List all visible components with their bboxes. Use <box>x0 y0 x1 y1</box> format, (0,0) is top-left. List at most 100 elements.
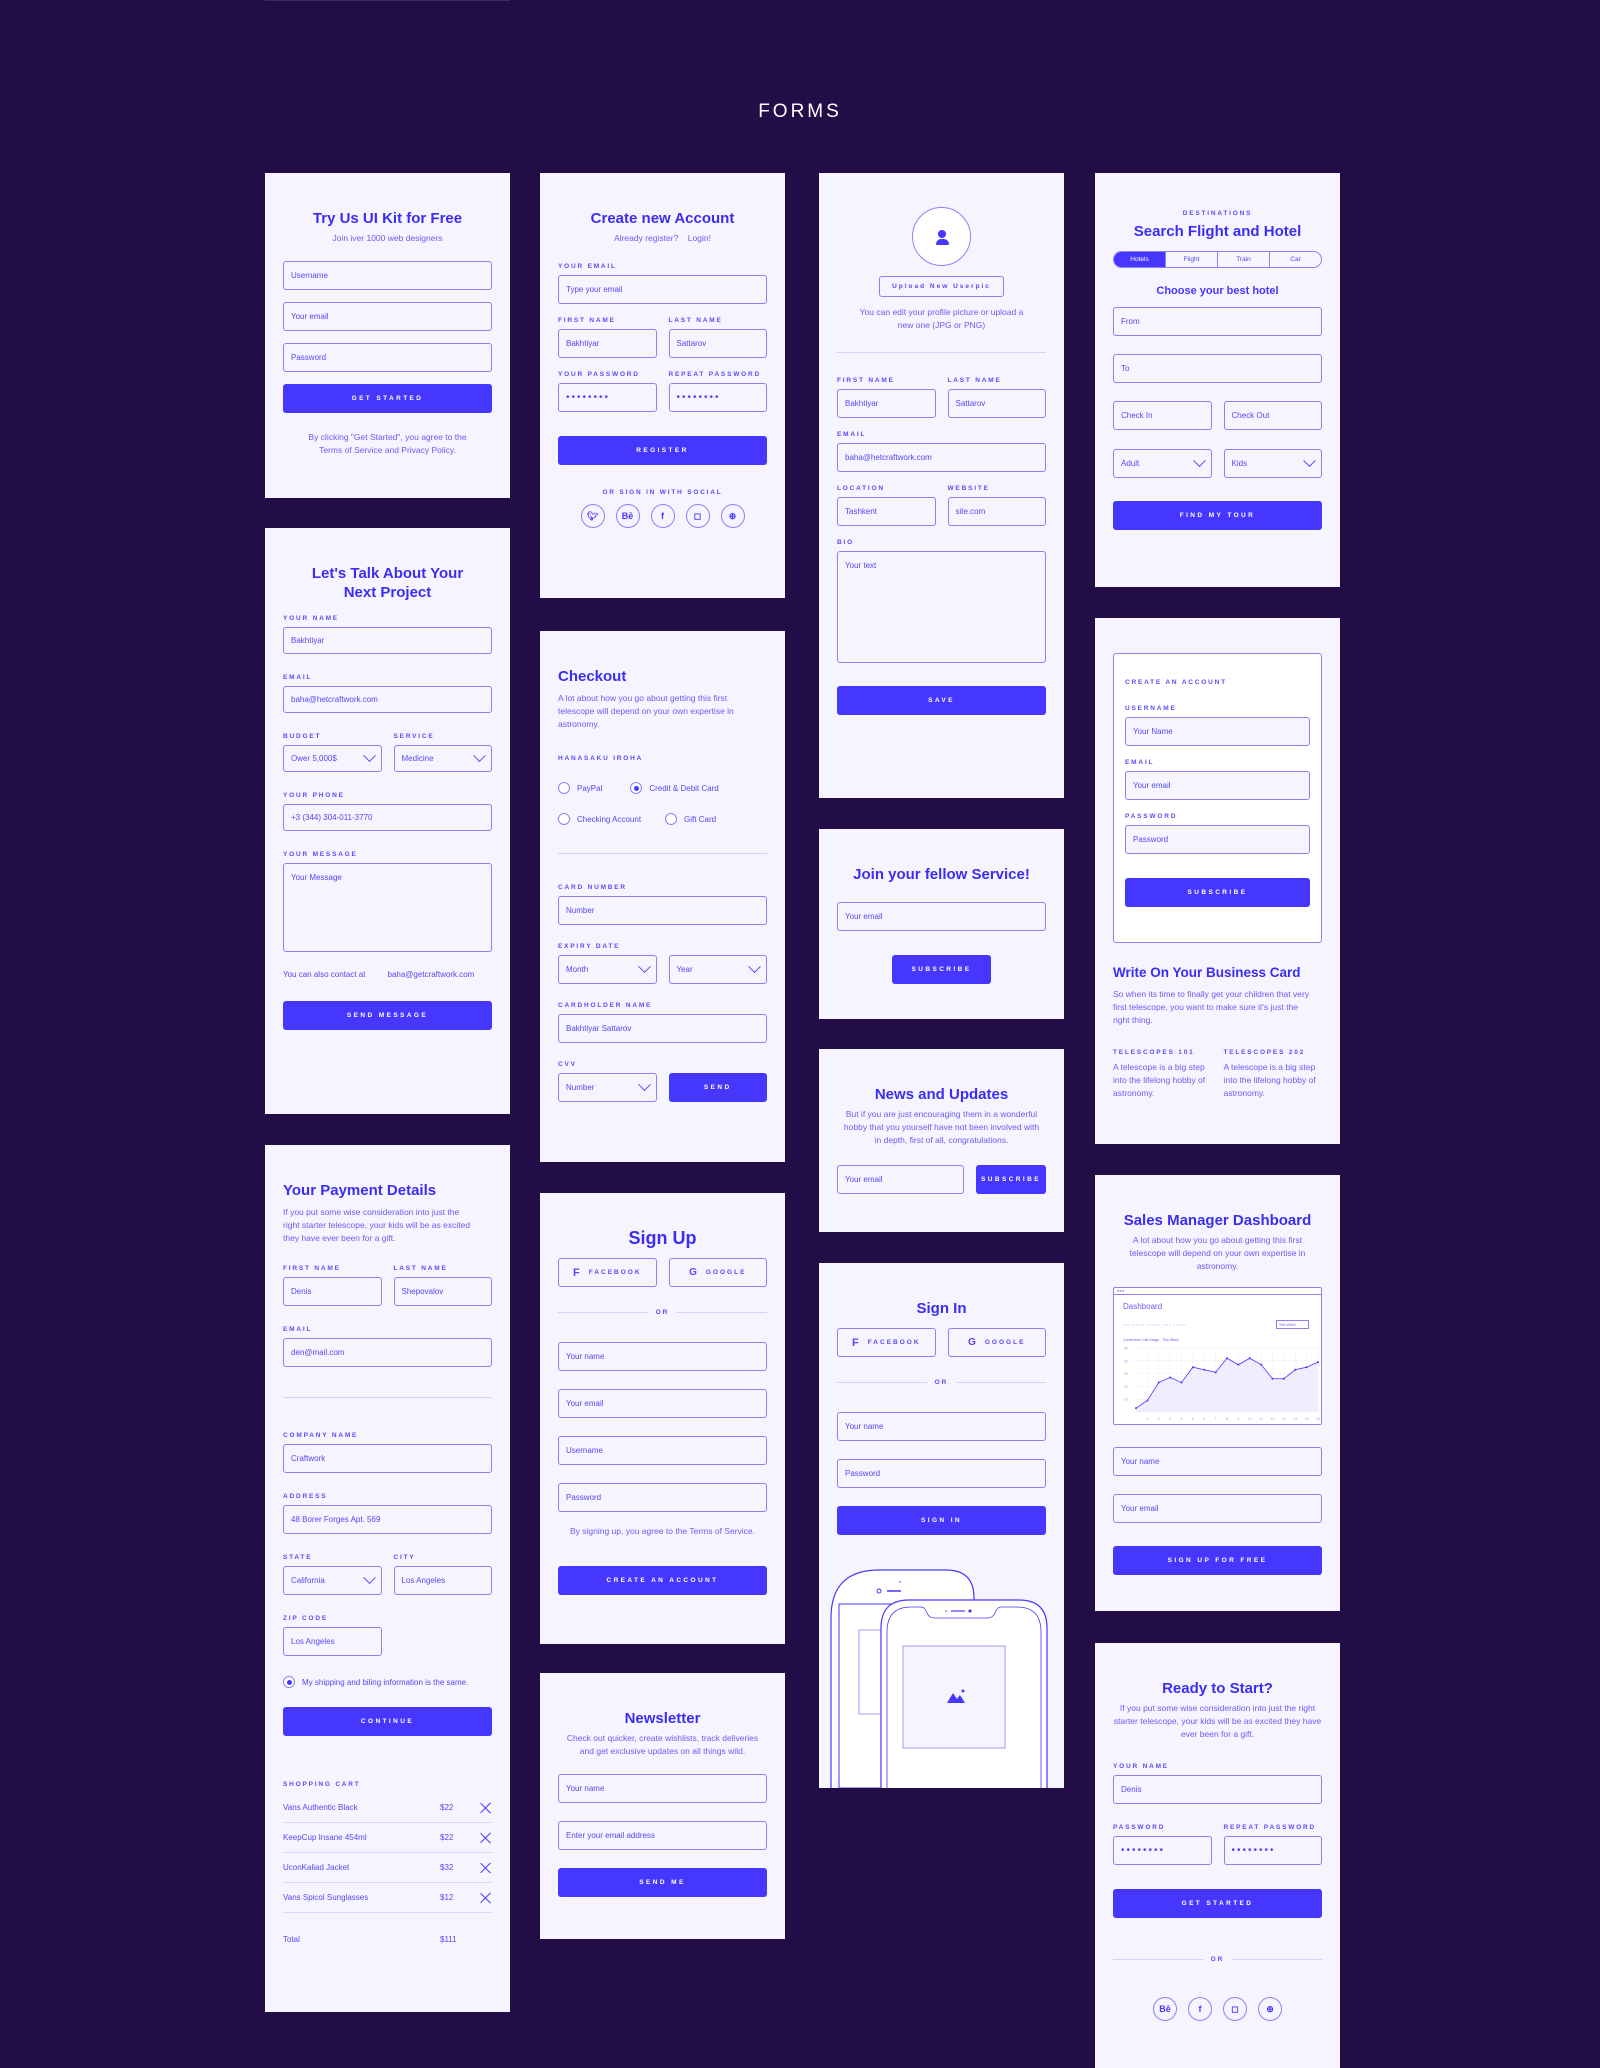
avatar[interactable] <box>912 207 971 266</box>
subscribe-button[interactable]: Subscribe <box>1125 878 1310 907</box>
email-input[interactable]: Your email <box>837 1165 964 1194</box>
google-button[interactable]: G Google <box>947 1328 1046 1357</box>
zip-input[interactable]: Los Angeles <box>283 1627 382 1656</box>
name-input[interactable]: Your name <box>837 1412 1046 1441</box>
email-input[interactable]: Your email <box>837 902 1046 931</box>
period-select[interactable]: This Week <box>1276 1320 1309 1329</box>
email-input[interactable]: Enter your email address <box>558 1821 767 1850</box>
contact-email-link[interactable]: baha@getcraftwork.com <box>388 970 493 979</box>
remove-item-icon[interactable] <box>480 1892 492 1904</box>
remove-item-icon[interactable] <box>480 1862 492 1874</box>
first-name-input[interactable]: Bakhtiyar <box>558 329 657 358</box>
email-input[interactable]: Your email <box>283 302 492 331</box>
send-me-button[interactable]: Send Me <box>558 1868 767 1897</box>
subscribe-button[interactable]: Subscribe <box>892 955 991 984</box>
bio-textarea[interactable]: Your text <box>837 551 1046 663</box>
send-button[interactable]: Send <box>668 1073 767 1102</box>
email-input[interactable]: baha@hetcraftwork.com <box>837 443 1046 472</box>
create-account-button[interactable]: Create an Account <box>558 1566 767 1595</box>
get-started-button[interactable]: Get Started <box>1113 1889 1322 1918</box>
last-name-input[interactable]: Shepovalov <box>393 1277 492 1306</box>
message-textarea[interactable]: Your Message <box>283 863 492 952</box>
password-input[interactable]: Password <box>837 1459 1046 1488</box>
dribbble-icon[interactable]: ⊕ <box>1258 1997 1282 2021</box>
google-button[interactable]: G Google <box>668 1258 767 1287</box>
radio-paypal[interactable]: PayPal <box>558 782 602 794</box>
company-input[interactable]: Craftwork <box>283 1444 492 1473</box>
tab-hotels[interactable]: Hotels <box>1114 252 1165 267</box>
tab-train[interactable]: Train <box>1217 252 1269 267</box>
password-input[interactable]: Password <box>283 343 492 372</box>
username-input[interactable]: Username <box>283 261 492 290</box>
save-button[interactable]: Save <box>837 686 1046 715</box>
sign-up-free-button[interactable]: Sign Up For Free <box>1113 1546 1322 1575</box>
phone-input[interactable]: +3 (344) 304-011-3770 <box>283 804 492 831</box>
adult-select[interactable]: Adult <box>1113 449 1212 478</box>
email-input[interactable]: den@mail.com <box>283 1338 492 1367</box>
to-input[interactable]: To <box>1113 354 1322 383</box>
facebook-button[interactable]: f Facebook <box>837 1328 936 1357</box>
subscribe-button[interactable]: Subscribe <box>976 1165 1046 1194</box>
last-name-input[interactable]: Sattarov <box>947 389 1046 418</box>
budget-select[interactable]: Ower 5,000$ <box>283 745 382 772</box>
register-button[interactable]: Register <box>558 436 767 465</box>
facebook-icon[interactable]: f <box>1188 1997 1212 2021</box>
location-input[interactable]: Tashkent <box>837 497 936 526</box>
send-message-button[interactable]: Send Message <box>283 1001 492 1030</box>
email-input[interactable]: baha@hetcraftwork.com <box>283 686 492 713</box>
from-input[interactable]: From <box>1113 307 1322 336</box>
twitter-icon[interactable]: 🐦︎ <box>580 504 605 528</box>
login-link[interactable]: Login! <box>688 233 711 243</box>
first-name-input[interactable]: Denis <box>283 1277 382 1306</box>
username-input[interactable]: Your Name <box>1125 717 1310 746</box>
last-name-input[interactable]: Sattarov <box>668 329 767 358</box>
check-out-input[interactable]: Check Out <box>1223 401 1322 430</box>
upload-userpic-button[interactable]: Upload New Userpic <box>879 276 1004 297</box>
instagram-icon[interactable]: ◻ <box>1223 1997 1247 2021</box>
facebook-button[interactable]: f Facebook <box>558 1258 657 1287</box>
tab-car[interactable]: Car <box>1269 252 1321 267</box>
radio-credit-card[interactable]: Credit & Debit Card <box>630 782 719 794</box>
get-started-button[interactable]: Get Started <box>283 384 492 413</box>
kids-select[interactable]: Kids <box>1223 449 1322 478</box>
address-input[interactable]: 48 Borer Forges Apt. 569 <box>283 1505 492 1534</box>
month-select[interactable]: Month <box>558 955 657 984</box>
email-input[interactable]: Your email <box>1113 1494 1322 1523</box>
service-select[interactable]: Medicine <box>393 745 492 772</box>
remove-item-icon[interactable] <box>480 1832 492 1844</box>
behance-icon[interactable]: Bē <box>615 504 640 528</box>
name-input[interactable]: Your name <box>558 1342 767 1371</box>
same-info-radio[interactable]: My shipping and biling information is th… <box>283 1676 492 1688</box>
repeat-password-input[interactable]: •••••••• <box>668 383 767 412</box>
sign-in-button[interactable]: Sign In <box>837 1506 1046 1535</box>
card-number-input[interactable]: Number <box>558 896 767 925</box>
password-input[interactable]: Password <box>558 1483 767 1512</box>
radio-gift-card[interactable]: Gift Card <box>665 813 716 825</box>
name-input[interactable]: Your name <box>558 1774 767 1803</box>
instagram-icon[interactable]: ◻ <box>685 504 710 528</box>
name-input[interactable]: Bakhtiyar <box>283 627 492 654</box>
password-input[interactable]: •••••••• <box>1113 1836 1212 1865</box>
remove-item-icon[interactable] <box>480 1802 492 1814</box>
name-input[interactable]: Your name <box>1113 1447 1322 1476</box>
repeat-password-input[interactable]: •••••••• <box>1223 1836 1322 1865</box>
radio-checking-account[interactable]: Checking Account <box>558 813 641 825</box>
password-input[interactable]: Password <box>1125 825 1310 854</box>
city-input[interactable]: Los Angeles <box>393 1566 492 1595</box>
dribbble-icon[interactable]: ⊕ <box>720 504 745 528</box>
username-input[interactable]: Username <box>558 1436 767 1465</box>
name-input[interactable]: Denis <box>1113 1775 1322 1804</box>
year-select[interactable]: Year <box>668 955 767 984</box>
cvv-select[interactable]: Number <box>558 1073 657 1102</box>
email-input[interactable]: Your email <box>1125 771 1310 800</box>
website-input[interactable]: site.com <box>947 497 1046 526</box>
check-in-input[interactable]: Check In <box>1113 401 1212 430</box>
tab-flight[interactable]: Flight <box>1165 252 1217 267</box>
facebook-icon[interactable]: f <box>650 504 675 528</box>
cardholder-input[interactable]: Bakhtiyar Sattarov <box>558 1014 767 1043</box>
find-tour-button[interactable]: Find My Tour <box>1113 501 1322 530</box>
email-input[interactable]: Your email <box>558 1389 767 1418</box>
password-input[interactable]: •••••••• <box>558 383 657 412</box>
behance-icon[interactable]: Bē <box>1153 1997 1177 2021</box>
state-select[interactable]: California <box>283 1566 382 1595</box>
